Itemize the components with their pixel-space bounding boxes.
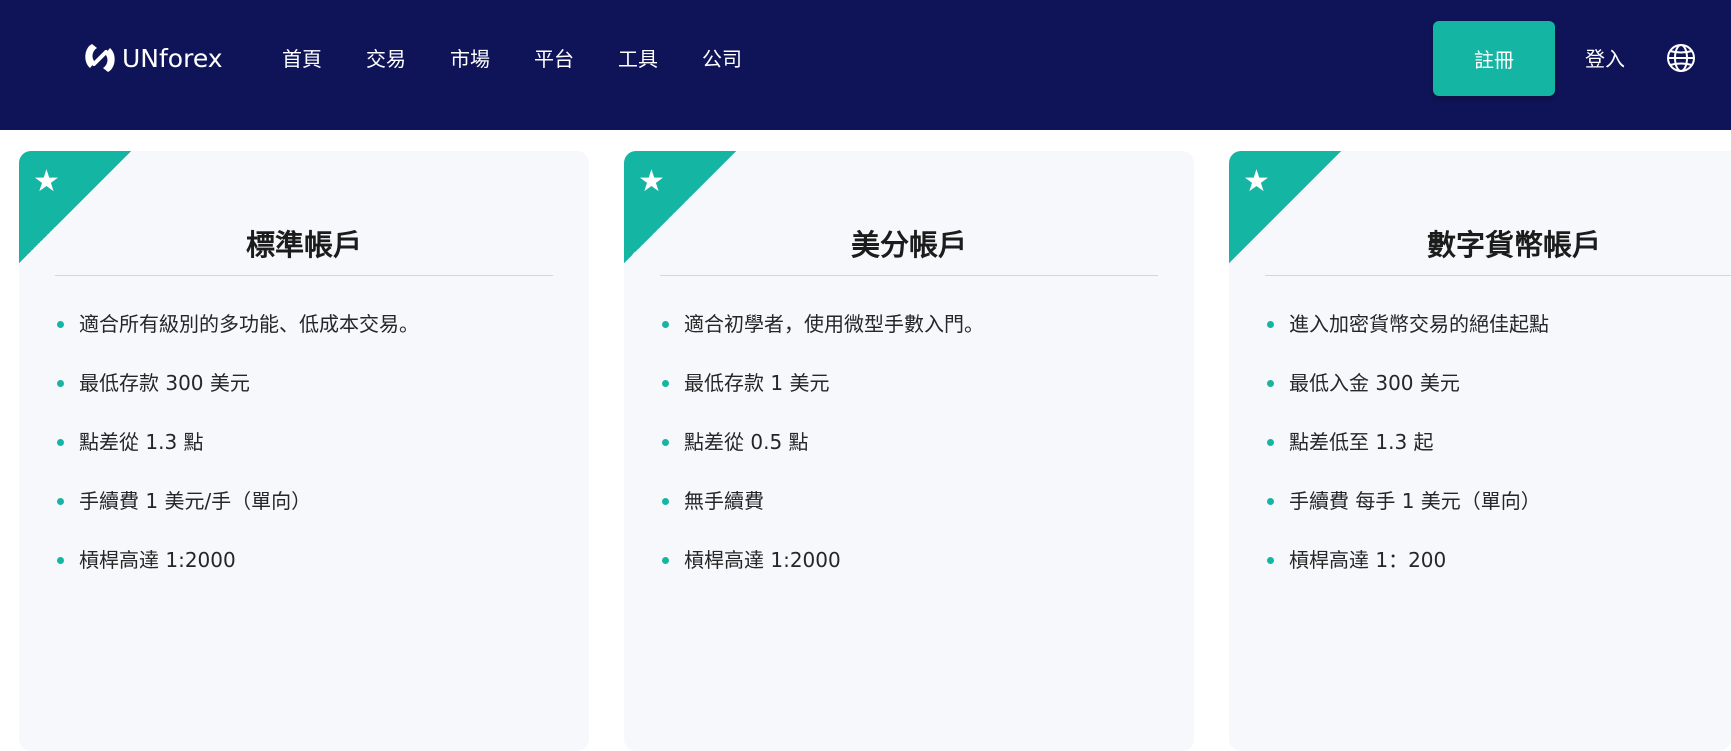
bullet-icon: [57, 498, 64, 505]
feature-item: 槓桿高達 1：200: [1265, 545, 1549, 575]
bullet-icon: [1267, 321, 1274, 328]
card-divider: [55, 275, 553, 276]
card-title: 數字貨幣帳戶: [1426, 228, 1601, 262]
bullet-icon: [57, 557, 64, 564]
feature-item: 最低存款 1 美元: [660, 368, 984, 398]
nav-item-platforms[interactable]: 平台: [534, 44, 574, 74]
feature-item: 手續費 1 美元/手（單向）: [55, 486, 419, 516]
feature-item: 進入加密貨幣交易的絕佳起點: [1265, 309, 1549, 339]
bullet-icon: [662, 498, 669, 505]
feature-item: 點差低至 1.3 起: [1265, 427, 1549, 457]
feature-text: 手續費 1 美元/手（單向）: [79, 489, 312, 513]
card-title: 美分帳戶: [850, 228, 967, 262]
feature-text: 點差低至 1.3 起: [1289, 430, 1434, 454]
star-icon: ★: [1243, 164, 1270, 199]
feature-item: 無手續費: [660, 486, 984, 516]
nav-item-home[interactable]: 首頁: [282, 44, 322, 74]
feature-list: 進入加密貨幣交易的絕佳起點 最低入金 300 美元 點差低至 1.3 起 手續費…: [1265, 309, 1549, 604]
feature-list: 適合所有級別的多功能、低成本交易。 最低存款 300 美元 點差從 1.3 點 …: [55, 309, 419, 604]
feature-text: 槓桿高達 1:2000: [684, 548, 841, 572]
bullet-icon: [1267, 498, 1274, 505]
register-button[interactable]: 註冊: [1433, 21, 1555, 96]
account-card-crypto[interactable]: ★ 數字貨幣帳戶 進入加密貨幣交易的絕佳起點 最低入金 300 美元 點差低至 …: [1229, 151, 1731, 751]
brand-logo[interactable]: UNforex: [80, 38, 223, 78]
feature-text: 槓桿高達 1:2000: [79, 548, 236, 572]
account-card-cent[interactable]: ★ 美分帳戶 適合初學者，使用微型手數入門。 最低存款 1 美元 點差從 0.5…: [624, 151, 1194, 751]
bullet-icon: [57, 380, 64, 387]
feature-item: 點差從 1.3 點: [55, 427, 419, 457]
unforex-logo-icon: [85, 44, 115, 72]
feature-item: 點差從 0.5 點: [660, 427, 984, 457]
bullet-icon: [57, 439, 64, 446]
feature-item: 最低存款 300 美元: [55, 368, 419, 398]
globe-icon[interactable]: [1666, 43, 1696, 73]
feature-text: 手續費 每手 1 美元（單向）: [1289, 489, 1541, 513]
nav-item-tools[interactable]: 工具: [618, 44, 658, 74]
feature-item: 最低入金 300 美元: [1265, 368, 1549, 398]
login-link[interactable]: 登入: [1585, 44, 1625, 74]
star-icon: ★: [33, 164, 60, 199]
nav-item-markets[interactable]: 市場: [450, 44, 490, 74]
bullet-icon: [57, 321, 64, 328]
feature-list: 適合初學者，使用微型手數入門。 最低存款 1 美元 點差從 0.5 點 無手續費…: [660, 309, 984, 604]
feature-text: 適合所有級別的多功能、低成本交易。: [79, 312, 419, 336]
feature-text: 進入加密貨幣交易的絕佳起點: [1289, 312, 1549, 336]
card-divider: [1265, 275, 1731, 276]
feature-item: 適合所有級別的多功能、低成本交易。: [55, 309, 419, 339]
bullet-icon: [662, 380, 669, 387]
feature-item: 適合初學者，使用微型手數入門。: [660, 309, 984, 339]
bullet-icon: [1267, 380, 1274, 387]
brand-name: UNforex: [122, 43, 223, 73]
bullet-icon: [1267, 439, 1274, 446]
feature-text: 槓桿高達 1：200: [1289, 548, 1447, 572]
top-navbar: UNforex 首頁 交易 市場 平台 工具 公司 註冊 登入: [0, 0, 1731, 130]
feature-text: 無手續費: [684, 489, 764, 513]
star-icon: ★: [638, 164, 665, 199]
bullet-icon: [662, 439, 669, 446]
nav-item-company[interactable]: 公司: [702, 44, 742, 74]
feature-text: 點差從 0.5 點: [684, 430, 809, 454]
account-card-standard[interactable]: ★ 標準帳戶 適合所有級別的多功能、低成本交易。 最低存款 300 美元 點差從…: [19, 151, 589, 751]
card-divider: [660, 275, 1158, 276]
bullet-icon: [662, 557, 669, 564]
bullet-icon: [1267, 557, 1274, 564]
feature-item: 槓桿高達 1:2000: [55, 545, 419, 575]
main-menu: 首頁 交易 市場 平台 工具 公司: [282, 44, 742, 74]
bullet-icon: [662, 321, 669, 328]
feature-text: 點差從 1.3 點: [79, 430, 204, 454]
feature-item: 槓桿高達 1:2000: [660, 545, 984, 575]
feature-text: 適合初學者，使用微型手數入門。: [684, 312, 984, 336]
card-title: 標準帳戶: [245, 228, 362, 262]
feature-text: 最低存款 300 美元: [79, 371, 250, 395]
nav-item-trading[interactable]: 交易: [366, 44, 406, 74]
feature-text: 最低入金 300 美元: [1289, 371, 1460, 395]
feature-item: 手續費 每手 1 美元（單向）: [1265, 486, 1549, 516]
feature-text: 最低存款 1 美元: [684, 371, 830, 395]
